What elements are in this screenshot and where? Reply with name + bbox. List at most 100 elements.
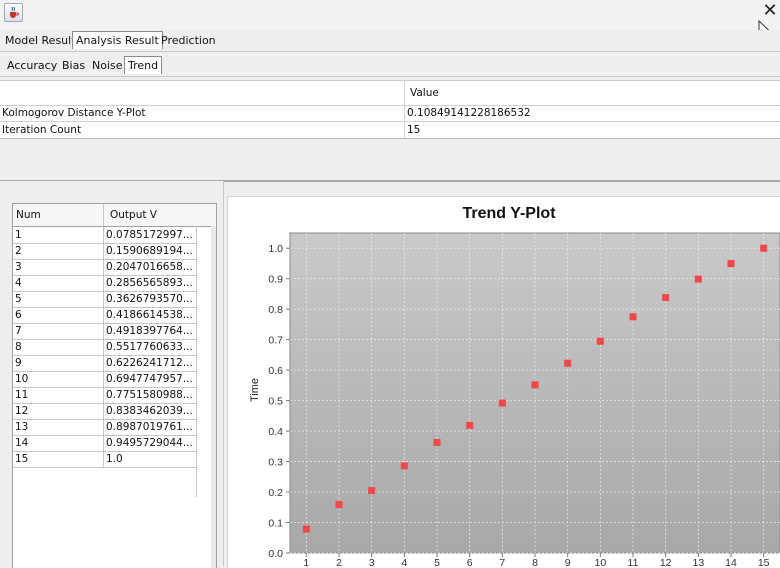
tab-noise[interactable]: Noise: [89, 57, 126, 74]
x-tick-label: 3: [369, 557, 375, 568]
y-tick-label: 0.7: [268, 335, 283, 347]
split-pane-divider[interactable]: [0, 138, 780, 182]
tab-analysis-result[interactable]: Analysis Result: [72, 31, 163, 49]
vertical-scrollbar[interactable]: [211, 226, 216, 568]
x-tick-label: 11: [628, 557, 639, 568]
table-row[interactable]: 13 0.8987019761...: [13, 419, 197, 436]
output-table: Num Output V 1 0.0785172997... 2 0.15906891…: [12, 203, 217, 568]
data-point: [498, 399, 506, 407]
cell-output-value: 0.0785172997...: [106, 229, 193, 241]
cell-output-value: 0.4186614538...: [106, 309, 193, 321]
table-row[interactable]: 7 0.4918397764...: [13, 323, 197, 340]
cell-output-value: 0.6947747957...: [106, 373, 193, 385]
data-point: [335, 501, 343, 509]
column-header-num[interactable]: Num: [13, 204, 102, 226]
summary-row-value: 15: [407, 124, 421, 136]
x-tick-label: 12: [660, 557, 672, 568]
cell-num: 11: [15, 389, 29, 401]
column-header-output[interactable]: Output V: [107, 204, 200, 226]
cell-num: 1: [15, 229, 22, 241]
table-row[interactable]: 5 0.3626793570...: [13, 291, 197, 308]
cell-num: 4: [15, 277, 22, 289]
cell-output-value: 0.8987019761...: [106, 421, 193, 433]
x-axis-ticks: 1 2 3 4 5 6 7 8 9 10 11 12 13 14 15: [303, 553, 770, 568]
x-tick-label: 7: [499, 557, 505, 568]
y-axis-label: Time: [249, 378, 261, 402]
table-row[interactable]: 4 0.2856565893...: [13, 275, 197, 292]
x-tick-label: 1: [303, 557, 309, 568]
cell-output-value: 0.4918397764...: [106, 325, 193, 337]
cell-output-value: 1.0: [106, 453, 123, 465]
tab-prediction[interactable]: Prediction: [158, 32, 219, 49]
table-row[interactable]: 6 0.4186614538...: [13, 307, 197, 324]
y-tick-label: 0.5: [268, 396, 283, 408]
summary-row-name: Iteration Count: [2, 124, 82, 136]
data-point: [727, 260, 735, 268]
table-row[interactable]: Iteration Count 15: [0, 122, 780, 139]
column-divider: [196, 226, 197, 497]
x-tick-label: 10: [594, 557, 606, 568]
x-tick-label: 14: [725, 557, 737, 568]
table-row[interactable]: 2 0.1590689194...: [13, 243, 197, 260]
output-table-header: Num Output V: [13, 204, 216, 227]
y-tick-label: 0.9: [268, 274, 283, 286]
cell-num: 15: [15, 453, 29, 465]
data-point: [596, 337, 604, 345]
secondary-tab-bar: Accuracy Bias Noise Trend: [0, 55, 780, 77]
table-row[interactable]: 10 0.6947747957...: [13, 371, 197, 388]
y-tick-label: 0.4: [268, 426, 283, 438]
summary-header-value[interactable]: Value: [408, 81, 770, 105]
cell-output-value: 0.5517760633...: [106, 341, 193, 353]
table-row[interactable]: 15 1.0: [13, 451, 197, 468]
data-point: [564, 359, 572, 367]
cell-num: 9: [15, 357, 22, 369]
cell-num: 8: [15, 341, 22, 353]
table-row[interactable]: 11 0.7751580988...: [13, 387, 197, 404]
java-coffee-icon[interactable]: [4, 3, 23, 22]
tab-trend[interactable]: Trend: [124, 56, 163, 74]
cell-output-value: 0.7751580988...: [106, 389, 193, 401]
tab-accuracy[interactable]: Accuracy: [4, 57, 60, 74]
y-tick-label: 0.3: [268, 457, 283, 469]
chart-title: Trend Y-Plot: [462, 205, 556, 222]
table-row[interactable]: 1 0.0785172997...: [13, 227, 197, 244]
summary-row-name: Kolmogorov Distance Y-Plot: [2, 107, 146, 119]
cell-num: 10: [15, 373, 29, 385]
summary-table: Value Kolmogorov Distance Y-Plot 0.10849…: [0, 80, 780, 139]
summary-table-header: Value: [0, 81, 780, 106]
y-axis-ticks: 0.0 0.1 0.2 0.3 0.4 0.5 0.6 0.7 0.8 0.9 1.0: [268, 243, 290, 560]
x-tick-label: 15: [758, 557, 770, 568]
trend-chart: Trend Y-Plot Time 0.0 0.1 0.2 0.3 0.4 0.5 0.6 0…: [249, 205, 780, 568]
data-point: [662, 294, 670, 302]
tab-bias[interactable]: Bias: [59, 57, 88, 74]
cell-output-value: 0.3626793570...: [106, 293, 193, 305]
x-tick-label: 9: [565, 557, 571, 568]
cell-num: 3: [15, 261, 22, 273]
data-point: [466, 421, 474, 429]
table-row[interactable]: 12 0.8383462039...: [13, 403, 197, 420]
y-tick-label: 0.2: [268, 487, 283, 499]
summary-row-value: 0.10849141228186532: [407, 107, 531, 119]
data-point: [760, 244, 768, 252]
window-title-bar: ✕: [0, 0, 780, 38]
y-tick-label: 0.6: [268, 365, 283, 377]
tab-model-result[interactable]: Model Result: [2, 32, 79, 49]
trend-chart-panel: Trend Y-Plot Time 0.0 0.1 0.2 0.3 0.4 0.5 0.6 0…: [227, 196, 780, 568]
summary-header-name[interactable]: [0, 81, 402, 105]
y-tick-label: 0.8: [268, 304, 283, 316]
cell-output-value: 0.1590689194...: [106, 245, 193, 257]
table-row[interactable]: 8 0.5517760633...: [13, 339, 197, 356]
y-tick-label: 0.0: [268, 548, 283, 560]
y-tick-label: 0.1: [268, 518, 283, 530]
primary-tab-bar: Model Result Analysis Result Prediction: [0, 30, 780, 52]
table-row[interactable]: 9 0.6226241712...: [13, 355, 197, 372]
data-point: [400, 462, 408, 470]
table-row[interactable]: Kolmogorov Distance Y-Plot 0.10849141228…: [0, 105, 780, 122]
cell-num: 5: [15, 293, 22, 305]
data-point: [433, 438, 441, 446]
close-icon[interactable]: ✕: [760, 2, 780, 22]
cell-num: 13: [15, 421, 29, 433]
table-row[interactable]: 14 0.9495729044...: [13, 435, 197, 452]
table-row[interactable]: 3 0.2047016658...: [13, 259, 197, 276]
x-tick-label: 6: [467, 557, 473, 568]
